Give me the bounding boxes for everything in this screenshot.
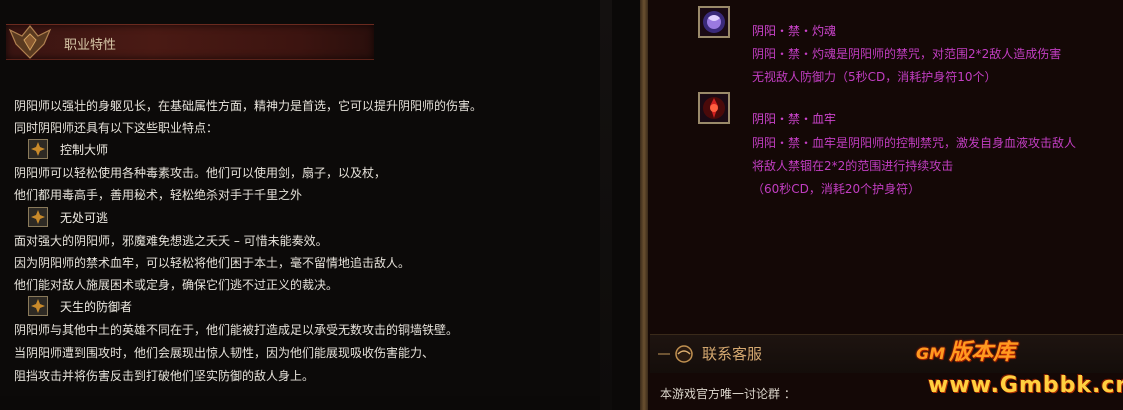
trait-desc-line: 他们都用毒高手，善用秘术，轻松绝杀对手于千里之外 [14, 188, 303, 202]
trait-desc-line: 阻挡攻击并将伤害反击到打破他们坚实防御的敌人身上。 [14, 369, 315, 383]
trait-desc-line: 阴阳师可以轻松使用各种毒素攻击。他们可以使用剑，扇子，以及杖， [14, 166, 387, 180]
watermark-title: 版本库 [949, 340, 1016, 365]
trait-desc-line: 他们能对敌人施展困术或定身，确保它们逃不过正义的裁决。 [14, 278, 339, 292]
skill-desc-line: 阴阳・禁・血牢是阴阳师的控制禁咒，激发自身血液攻击敌人 [752, 136, 1077, 150]
demon-emblem-icon [8, 25, 52, 59]
skill-desc-line: 无视敌人防御力（5秒CD，消耗护身符10个） [752, 70, 997, 84]
trait-desc-line: 因为阴阳师的禁术血牢，可以轻松将他们困于本土，毫不留情地追击敌人。 [14, 256, 411, 270]
trait-title: 无处可逃 [60, 211, 109, 225]
trait-title: 天生的防御者 [60, 300, 133, 314]
trait-title: 控制大师 [60, 143, 109, 157]
contact-text: 本游戏官方唯一讨论群 ： [660, 387, 796, 401]
contact-title[interactable]: 联系客服 [702, 343, 762, 364]
trait-desc-line: 阴阳师与其他中土的英雄不同在于，他们能被打造成足以承受无数攻击的铜墙铁壁。 [14, 323, 459, 337]
cross-medal-icon [28, 207, 48, 227]
skill-name: 阴阳・禁・血牢 [752, 112, 837, 126]
skill-name: 阴阳・禁・灼魂 [752, 24, 837, 38]
skill-desc-line: 阴阳・禁・灼魂是阴阳师的禁咒，对范围2*2敌人造成伤害 [752, 47, 1062, 61]
trait-desc-line: 面对强大的阴阳师，邪魔难免想逃之夭夭 – 可惜未能奏效。 [14, 234, 328, 248]
cross-medal-icon [28, 139, 48, 159]
section-header-bar [6, 24, 374, 60]
skill-desc-line: 将敌人禁锢在2*2的范围进行持续攻击 [752, 159, 954, 173]
section-title: 职业特性 [64, 38, 117, 53]
panel-frame-border [640, 0, 648, 410]
trait-desc-line: 当阴阳师遭到围攻时，他们会展现出惊人韧性，因为他们能展现吸收伤害能力、 [14, 346, 435, 360]
intro-line: 同时阴阳师还具有以下这些职业特点： [14, 121, 219, 135]
swirl-icon [658, 345, 693, 363]
cross-medal-icon [28, 296, 48, 316]
watermark-url: www.Gmbbk.cn [928, 373, 1123, 398]
blood-prison-icon [698, 92, 730, 124]
watermark-logo: GM 版本库 [916, 334, 1015, 366]
skill-desc-line: （60秒CD，消耗20个护身符） [752, 182, 921, 196]
spirit-orb-icon [698, 6, 730, 38]
watermark-brand: GM [916, 344, 946, 363]
intro-line: 阴阳师以强壮的身躯见长，在基础属性方面，精神力是首选，它可以提升阴阳师的伤害。 [14, 99, 483, 113]
